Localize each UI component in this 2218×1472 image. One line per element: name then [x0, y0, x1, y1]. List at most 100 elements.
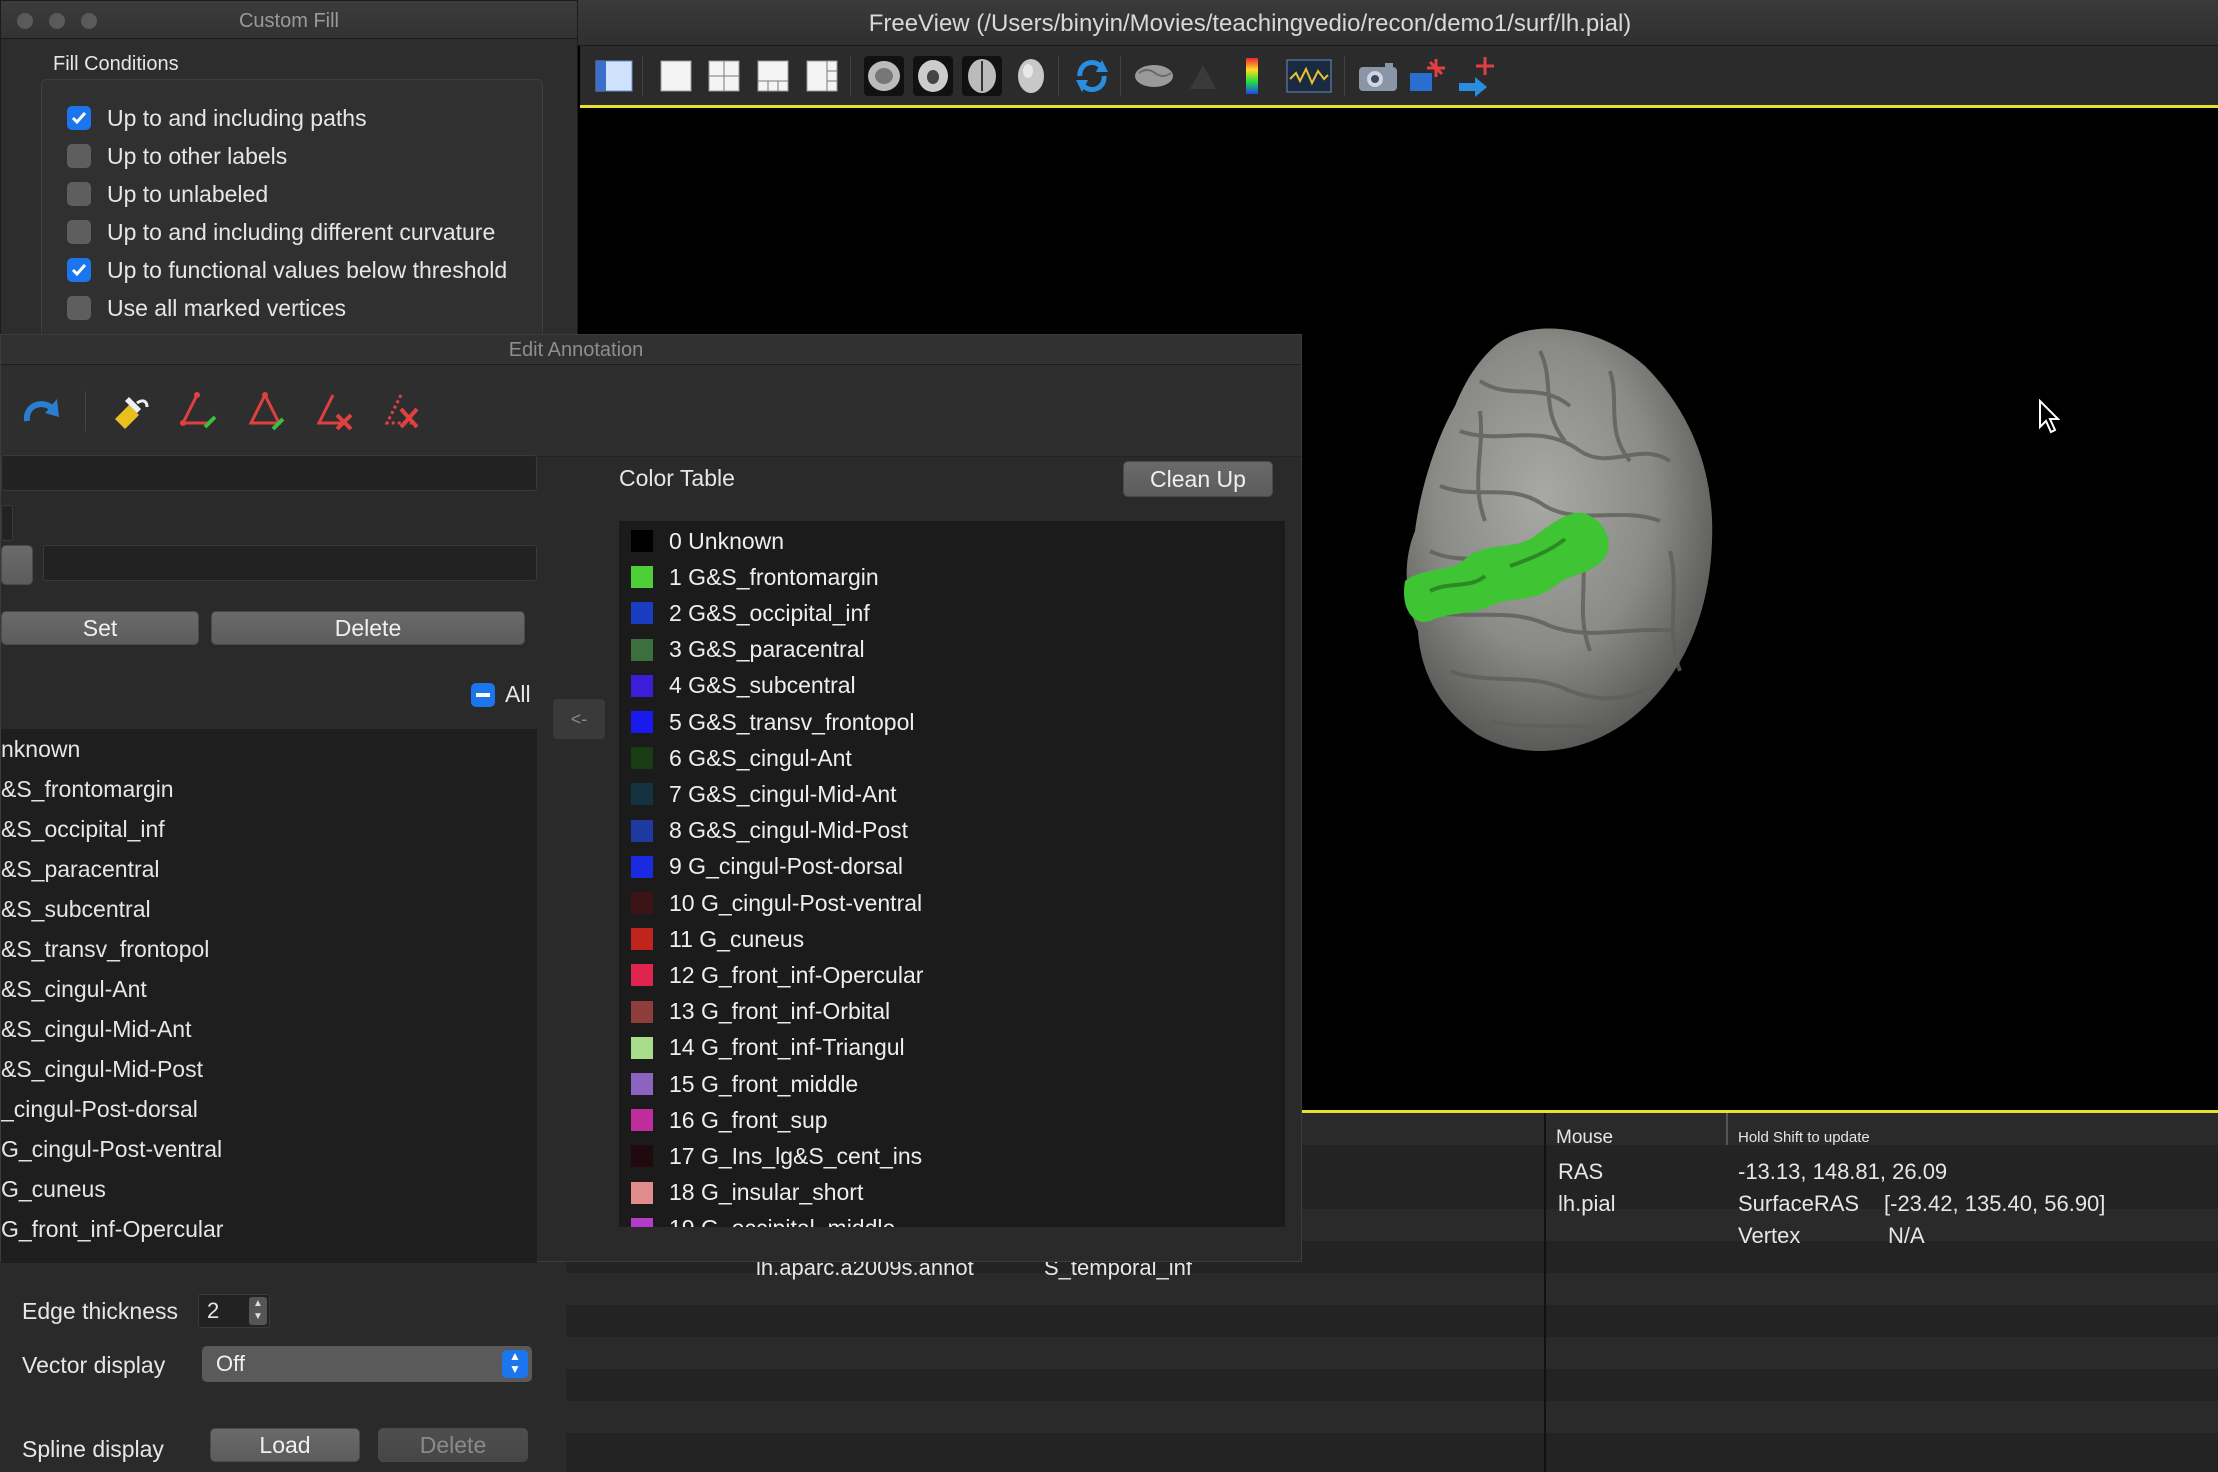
- layout-1x1-icon[interactable]: [592, 54, 636, 98]
- fill-icon[interactable]: [103, 385, 155, 437]
- color-table-item[interactable]: 15 G_front_middle: [619, 1066, 1285, 1102]
- all-checkbox[interactable]: All: [471, 681, 531, 708]
- path-close-icon[interactable]: [239, 385, 291, 437]
- checkbox[interactable]: [67, 296, 91, 320]
- color-swatch: [631, 638, 653, 661]
- annotation-list-item[interactable]: &S_cingul-Mid-Post: [1, 1049, 537, 1089]
- clean-up-button[interactable]: Clean Up: [1123, 461, 1273, 497]
- vector-display-select[interactable]: Off ▲ ▼: [202, 1346, 532, 1382]
- checkbox[interactable]: [67, 182, 91, 206]
- threshold-icon[interactable]: [1181, 54, 1225, 98]
- annotation-list-item[interactable]: G_front_inf-Opercular: [1, 1209, 537, 1249]
- color-table-item[interactable]: 11 G_cuneus: [619, 921, 1285, 957]
- color-table-item[interactable]: 8 G&S_cingul-Mid-Post: [619, 813, 1285, 849]
- annotation-list-item[interactable]: _cingul-Post-dorsal: [1, 1089, 537, 1129]
- surface-icon[interactable]: [1132, 54, 1176, 98]
- annotation-list-item[interactable]: nknown: [1, 729, 537, 769]
- layout-2x2-icon[interactable]: [702, 54, 746, 98]
- camera-icon[interactable]: [1356, 54, 1400, 98]
- color-picker-button[interactable]: [1, 545, 33, 585]
- surface-name: lh.pial: [1558, 1191, 1616, 1216]
- clear-marks-icon[interactable]: [375, 385, 427, 437]
- edit-annotation-title: Edit Annotation: [508, 339, 644, 361]
- layout-single-icon[interactable]: [654, 54, 698, 98]
- color-table-item[interactable]: 4 G&S_subcentral: [619, 668, 1285, 704]
- checkbox[interactable]: [67, 106, 91, 130]
- annotation-list-item[interactable]: G_cuneus: [1, 1169, 537, 1209]
- annotation-list-item[interactable]: G_cingul-Post-ventral: [1, 1129, 537, 1169]
- annotation-list-item[interactable]: &S_transv_frontopol: [1, 929, 537, 969]
- color-table-item[interactable]: 5 G&S_transv_frontopol: [619, 704, 1285, 740]
- color-table-item[interactable]: 19 G_occipital_middle: [619, 1211, 1285, 1227]
- fill-condition-option[interactable]: Use all marked vertices: [67, 293, 346, 323]
- color-table-item[interactable]: 0 Unknown: [619, 523, 1285, 559]
- fill-conditions-label: Fill Conditions: [53, 53, 179, 75]
- color-table-item[interactable]: 12 G_front_inf-Opercular: [619, 957, 1285, 993]
- all-checkbox-indicator[interactable]: [471, 682, 495, 707]
- vertex-value[interactable]: N/A: [1888, 1223, 1925, 1249]
- checkbox[interactable]: [67, 220, 91, 244]
- color-table-item[interactable]: 2 G&S_occipital_inf: [619, 595, 1285, 631]
- surface-ras-value[interactable]: [-23.42, 135.40, 56.90]: [1884, 1191, 2105, 1217]
- fill-condition-option[interactable]: Up to and including paths: [67, 103, 367, 133]
- fill-condition-option[interactable]: Up to unlabeled: [67, 179, 268, 209]
- fill-condition-label: Up to and including different curvature: [107, 218, 496, 245]
- color-table-item[interactable]: 7 G&S_cingul-Mid-Ant: [619, 776, 1285, 812]
- color-table-item-label: 10 G_cingul-Post-ventral: [669, 889, 923, 916]
- spin-arrows-icon[interactable]: ▲ ▼: [249, 1297, 267, 1325]
- path-make-icon[interactable]: [171, 385, 223, 437]
- color-table-item[interactable]: 14 G_front_inf-Triangul: [619, 1030, 1285, 1066]
- layout-1-3-icon[interactable]: [751, 54, 795, 98]
- color-table-item[interactable]: 18 G_insular_short: [619, 1175, 1285, 1211]
- sagittal-view-icon[interactable]: [862, 54, 906, 98]
- color-table-item[interactable]: 9 G_cingul-Post-dorsal: [619, 849, 1285, 885]
- fill-condition-option[interactable]: Up to functional values below threshold: [67, 255, 507, 285]
- color-table-item[interactable]: 10 G_cingul-Post-ventral: [619, 885, 1285, 921]
- color-table-item[interactable]: 1 G&S_frontomargin: [619, 559, 1285, 595]
- annotation-list-item[interactable]: &S_cingul-Mid-Ant: [1, 1009, 537, 1049]
- load-button[interactable]: Load: [210, 1428, 360, 1462]
- color-swatch: [631, 1036, 653, 1059]
- annotation-list-item[interactable]: &S_frontomargin: [1, 769, 537, 809]
- ras-value[interactable]: -13.13, 148.81, 26.09: [1738, 1159, 1947, 1185]
- fill-condition-option[interactable]: Up to and including different curvature: [67, 217, 495, 247]
- annotation-list-item[interactable]: &S_subcentral: [1, 889, 537, 929]
- checkbox[interactable]: [67, 144, 91, 168]
- color-table-item[interactable]: 16 G_front_sup: [619, 1102, 1285, 1138]
- annotation-name-field[interactable]: [1, 455, 537, 491]
- checkbox[interactable]: [67, 258, 91, 282]
- annotation-field[interactable]: [1, 505, 13, 541]
- navigate-icon[interactable]: [1454, 54, 1498, 98]
- annotation-list-item-label: &S_transv_frontopol: [1, 936, 210, 962]
- annotation-label-list[interactable]: nknown &S_frontomargin &S_occipital_inf &S_…: [1, 729, 537, 1263]
- color-table-item[interactable]: 17 G_Ins_lg&S_cent_ins: [619, 1138, 1285, 1174]
- point-set-icon[interactable]: [1405, 54, 1449, 98]
- 3d-view-icon[interactable]: [1009, 54, 1053, 98]
- delete-button[interactable]: Delete: [211, 611, 525, 645]
- annotation-list-item-label: &S_occipital_inf: [1, 816, 165, 842]
- color-swatch: [631, 819, 653, 842]
- label-value-field[interactable]: [43, 545, 537, 581]
- fill-condition-option[interactable]: Up to other labels: [67, 141, 287, 171]
- annotation-list-item[interactable]: &S_paracentral: [1, 849, 537, 889]
- axial-view-icon[interactable]: [960, 54, 1004, 98]
- info-panel-icon[interactable]: [1279, 54, 1339, 98]
- coronal-view-icon[interactable]: [911, 54, 955, 98]
- annotation-list-item[interactable]: &S_cingul-Ant: [1, 969, 537, 1009]
- redo-icon[interactable]: [15, 385, 67, 437]
- edge-thickness-spinbox[interactable]: 2 ▲ ▼: [198, 1294, 270, 1328]
- move-to-list-button[interactable]: <-: [553, 699, 605, 739]
- color-swatch: [631, 783, 653, 806]
- reset-view-icon[interactable]: [1070, 54, 1114, 98]
- set-button[interactable]: Set: [1, 611, 199, 645]
- fill-condition-label: Up to and including paths: [107, 104, 367, 131]
- layout-1-3h-icon[interactable]: [800, 54, 844, 98]
- path-delete-icon[interactable]: [307, 385, 359, 437]
- color-table-item[interactable]: 6 G&S_cingul-Ant: [619, 740, 1285, 776]
- color-table-item[interactable]: 3 G&S_paracentral: [619, 632, 1285, 668]
- spline-delete-button[interactable]: Delete: [378, 1428, 528, 1462]
- color-table-item[interactable]: 13 G_front_inf-Orbital: [619, 994, 1285, 1030]
- color-table-list[interactable]: 0 Unknown 1 G&S_frontomargin 2 G&S_occipit…: [619, 521, 1285, 1227]
- annotation-list-item[interactable]: &S_occipital_inf: [1, 809, 537, 849]
- colorbar-icon[interactable]: [1230, 54, 1274, 98]
